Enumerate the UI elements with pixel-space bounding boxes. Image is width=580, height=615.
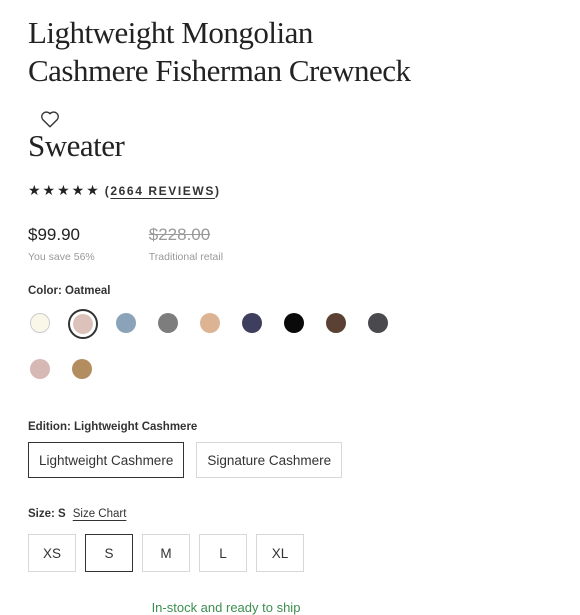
size-option-button[interactable]: M — [142, 534, 190, 572]
reviews-link[interactable]: 2664 REVIEWS — [110, 184, 215, 198]
size-row: Size: S Size Chart — [28, 508, 568, 520]
stock-status: In-stock and ready to ship — [151, 600, 301, 615]
color-swatch-ivory[interactable] — [28, 311, 52, 335]
size-option-button[interactable]: XS — [28, 534, 76, 572]
title-line: Sweater — [28, 127, 125, 163]
color-swatch-navy[interactable] — [240, 311, 264, 335]
swatch-color-dot — [368, 313, 388, 333]
size-option-button[interactable]: S — [85, 534, 133, 572]
swatch-color-dot — [200, 313, 220, 333]
sale-price: $99.90 — [28, 225, 80, 244]
color-swatch-oatmeal[interactable] — [68, 309, 98, 339]
savings-text: You save 56% — [28, 251, 95, 263]
color-label: Color: Oatmeal — [28, 285, 111, 297]
edition-label: Edition: Lightweight Cashmere — [28, 421, 198, 433]
swatch-color-dot — [73, 314, 93, 334]
price-section: $99.90 You save 56% $228.00 Traditional … — [28, 225, 568, 263]
product-title: Lightweight Mongolian Cashmere Fisherman… — [28, 14, 428, 164]
color-swatch-charcoal[interactable] — [366, 311, 390, 335]
reviews-close-paren: ) — [214, 183, 221, 198]
color-swatches — [28, 309, 428, 381]
swatch-color-dot — [30, 313, 50, 333]
title-line: Cashmere Fisherman Crewneck — [28, 52, 428, 128]
reviews-count: (2664 REVIEWS) — [105, 184, 221, 198]
edition-options: Lightweight Cashmere Signature Cashmere — [28, 442, 568, 478]
color-swatch-blush[interactable] — [28, 357, 52, 381]
swatch-color-dot — [242, 313, 262, 333]
retail-label: Traditional retail — [148, 251, 224, 263]
edition-option-button[interactable]: Signature Cashmere — [196, 442, 343, 478]
retail-price-block: $228.00 Traditional retail — [149, 225, 223, 263]
product-detail-panel: Lightweight Mongolian Cashmere Fisherman… — [28, 14, 568, 615]
size-chart-link[interactable]: Size Chart — [73, 508, 127, 520]
title-line-text: Cashmere Fisherman Crewneck — [28, 52, 411, 88]
size-option-button[interactable]: XL — [256, 534, 304, 572]
color-swatch-black[interactable] — [282, 311, 306, 335]
edition-option-button[interactable]: Lightweight Cashmere — [28, 442, 185, 478]
star-rating-icon: ★★★★★ — [28, 182, 101, 198]
swatch-color-dot — [284, 313, 304, 333]
heart-outline-icon[interactable] — [40, 99, 60, 128]
color-swatch-brown[interactable] — [324, 311, 348, 335]
swatch-color-dot — [30, 359, 50, 379]
swatch-color-dot — [116, 313, 136, 333]
color-swatch-gray[interactable] — [156, 311, 180, 335]
color-swatch-tan[interactable] — [198, 311, 222, 335]
retail-price: $228.00 — [148, 225, 211, 244]
color-swatch-camel[interactable] — [70, 357, 94, 381]
swatch-color-dot — [326, 313, 346, 333]
color-swatch-blue[interactable] — [114, 311, 138, 335]
size-label: Size: S — [28, 508, 66, 520]
sale-price-block: $99.90 You save 56% — [28, 225, 95, 263]
size-options: XS S M L XL — [28, 534, 568, 572]
size-option-button[interactable]: L — [199, 534, 247, 572]
rating-row: ★★★★★ (2664 REVIEWS) — [28, 182, 568, 199]
title-line: Lightweight Mongolian — [28, 15, 313, 50]
swatch-color-dot — [72, 359, 92, 379]
swatch-color-dot — [158, 313, 178, 333]
